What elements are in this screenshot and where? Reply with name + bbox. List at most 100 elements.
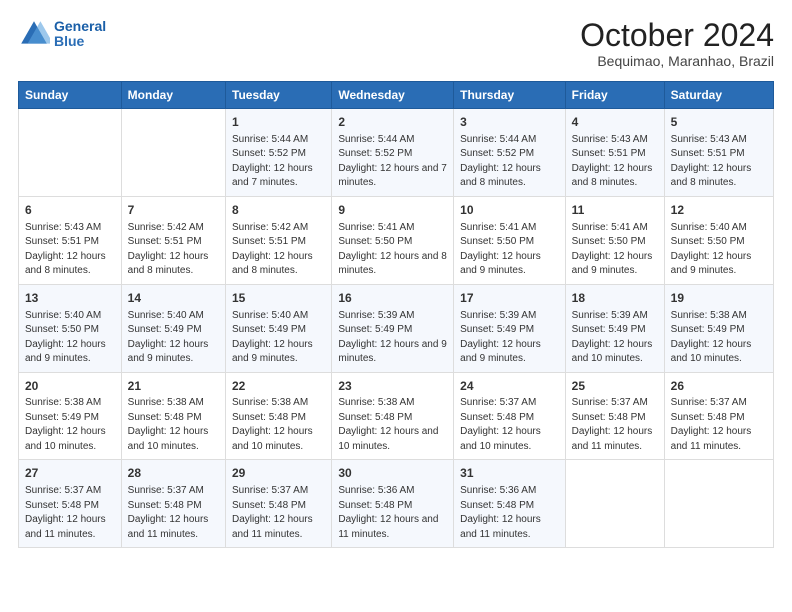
calendar-cell: [565, 460, 664, 548]
calendar-cell: 11 Sunrise: 5:41 AM Sunset: 5:50 PM Dayli…: [565, 196, 664, 284]
weekday-header-friday: Friday: [565, 82, 664, 109]
weekday-header-saturday: Saturday: [664, 82, 773, 109]
calendar-week-row: 1 Sunrise: 5:44 AM Sunset: 5:52 PM Daylig…: [19, 109, 774, 197]
day-number: 15: [232, 290, 325, 307]
calendar-cell: 1 Sunrise: 5:44 AM Sunset: 5:52 PM Daylig…: [226, 109, 332, 197]
calendar-cell: 28Sunrise: 5:37 AM Sunset: 5:48 PM Dayli…: [121, 460, 225, 548]
calendar-cell: [664, 460, 773, 548]
day-number: 30: [338, 465, 447, 482]
calendar-cell: 15 Sunrise: 5:40 AM Sunset: 5:49 PM Dayli…: [226, 284, 332, 372]
day-number: 17: [460, 290, 559, 307]
calendar-cell: 31 Sunrise: 5:36 AM Sunset: 5:48 PM Dayli…: [454, 460, 566, 548]
day-number: 4: [572, 114, 658, 131]
day-number: 18: [572, 290, 658, 307]
weekday-header-monday: Monday: [121, 82, 225, 109]
day-info: Sunrise: 5:36 AM Sunset: 5:48 PM Dayligh…: [338, 484, 447, 542]
page: General Blue October 2024 Bequimao, Mara…: [0, 0, 792, 612]
day-number: 9: [338, 202, 447, 219]
calendar-cell: 16 Sunrise: 5:39 AM Sunset: 5:49 PM Dayli…: [332, 284, 454, 372]
day-number: 1: [232, 114, 325, 131]
day-info: Sunrise: 5:44 AM Sunset: 5:52 PM Dayligh…: [460, 133, 559, 191]
calendar-week-row: 6 Sunrise: 5:43 AM Sunset: 5:51 PM Daylig…: [19, 196, 774, 284]
calendar-cell: 17 Sunrise: 5:39 AM Sunset: 5:49 PM Dayli…: [454, 284, 566, 372]
header: General Blue October 2024 Bequimao, Mara…: [18, 18, 774, 69]
day-info: Sunrise: 5:39 AM Sunset: 5:49 PM Dayligh…: [460, 309, 559, 367]
day-number: 11: [572, 202, 658, 219]
day-info: Sunrise: 5:43 AM Sunset: 5:51 PM Dayligh…: [25, 221, 115, 279]
day-info: Sunrise: 5:41 AM Sunset: 5:50 PM Dayligh…: [338, 221, 447, 279]
day-number: 21: [128, 378, 219, 395]
calendar-cell: 19Sunrise: 5:38 AM Sunset: 5:49 PM Dayli…: [664, 284, 773, 372]
day-info: Sunrise: 5:40 AM Sunset: 5:50 PM Dayligh…: [671, 221, 767, 279]
title-block: October 2024 Bequimao, Maranhao, Brazil: [580, 18, 774, 69]
calendar-cell: [121, 109, 225, 197]
day-info: Sunrise: 5:39 AM Sunset: 5:49 PM Dayligh…: [572, 309, 658, 367]
day-number: 14: [128, 290, 219, 307]
day-number: 10: [460, 202, 559, 219]
calendar-cell: 27 Sunrise: 5:37 AM Sunset: 5:48 PM Dayli…: [19, 460, 122, 548]
weekday-header-row: SundayMondayTuesdayWednesdayThursdayFrid…: [19, 82, 774, 109]
day-info: Sunrise: 5:37 AM Sunset: 5:48 PM Dayligh…: [232, 484, 325, 542]
logo-icon: [18, 18, 50, 50]
calendar-cell: 26Sunrise: 5:37 AM Sunset: 5:48 PM Dayli…: [664, 372, 773, 460]
main-title: October 2024: [580, 18, 774, 53]
calendar-cell: 23Sunrise: 5:38 AM Sunset: 5:48 PM Dayli…: [332, 372, 454, 460]
calendar-cell: 13 Sunrise: 5:40 AM Sunset: 5:50 PM Dayli…: [19, 284, 122, 372]
day-number: 13: [25, 290, 115, 307]
calendar-cell: 25Sunrise: 5:37 AM Sunset: 5:48 PM Dayli…: [565, 372, 664, 460]
calendar-cell: 2 Sunrise: 5:44 AM Sunset: 5:52 PM Daylig…: [332, 109, 454, 197]
day-info: Sunrise: 5:37 AM Sunset: 5:48 PM Dayligh…: [460, 396, 559, 454]
calendar-cell: 14Sunrise: 5:40 AM Sunset: 5:49 PM Dayli…: [121, 284, 225, 372]
day-number: 5: [671, 114, 767, 131]
day-number: 6: [25, 202, 115, 219]
day-info: Sunrise: 5:44 AM Sunset: 5:52 PM Dayligh…: [232, 133, 325, 191]
day-info: Sunrise: 5:38 AM Sunset: 5:48 PM Dayligh…: [128, 396, 219, 454]
day-info: Sunrise: 5:43 AM Sunset: 5:51 PM Dayligh…: [671, 133, 767, 191]
day-number: 12: [671, 202, 767, 219]
logo: General Blue: [18, 18, 106, 50]
calendar-cell: 18 Sunrise: 5:39 AM Sunset: 5:49 PM Dayli…: [565, 284, 664, 372]
calendar-week-row: 13 Sunrise: 5:40 AM Sunset: 5:50 PM Dayli…: [19, 284, 774, 372]
calendar-cell: 5 Sunrise: 5:43 AM Sunset: 5:51 PM Daylig…: [664, 109, 773, 197]
day-info: Sunrise: 5:36 AM Sunset: 5:48 PM Dayligh…: [460, 484, 559, 542]
day-info: Sunrise: 5:37 AM Sunset: 5:48 PM Dayligh…: [572, 396, 658, 454]
day-info: Sunrise: 5:37 AM Sunset: 5:48 PM Dayligh…: [671, 396, 767, 454]
calendar-cell: 21Sunrise: 5:38 AM Sunset: 5:48 PM Dayli…: [121, 372, 225, 460]
day-number: 7: [128, 202, 219, 219]
weekday-header-wednesday: Wednesday: [332, 82, 454, 109]
calendar-cell: 7Sunrise: 5:42 AM Sunset: 5:51 PM Daylig…: [121, 196, 225, 284]
day-number: 2: [338, 114, 447, 131]
day-number: 19: [671, 290, 767, 307]
day-info: Sunrise: 5:40 AM Sunset: 5:50 PM Dayligh…: [25, 309, 115, 367]
day-info: Sunrise: 5:42 AM Sunset: 5:51 PM Dayligh…: [232, 221, 325, 279]
day-number: 24: [460, 378, 559, 395]
day-number: 16: [338, 290, 447, 307]
calendar-table: SundayMondayTuesdayWednesdayThursdayFrid…: [18, 81, 774, 548]
logo-text: General Blue: [54, 19, 106, 50]
day-number: 27: [25, 465, 115, 482]
calendar-cell: 9 Sunrise: 5:41 AM Sunset: 5:50 PM Daylig…: [332, 196, 454, 284]
day-number: 25: [572, 378, 658, 395]
calendar-cell: 3Sunrise: 5:44 AM Sunset: 5:52 PM Daylig…: [454, 109, 566, 197]
weekday-header-tuesday: Tuesday: [226, 82, 332, 109]
day-info: Sunrise: 5:38 AM Sunset: 5:48 PM Dayligh…: [338, 396, 447, 454]
day-info: Sunrise: 5:44 AM Sunset: 5:52 PM Dayligh…: [338, 133, 447, 191]
weekday-header-sunday: Sunday: [19, 82, 122, 109]
day-number: 31: [460, 465, 559, 482]
calendar-cell: 24Sunrise: 5:37 AM Sunset: 5:48 PM Dayli…: [454, 372, 566, 460]
day-info: Sunrise: 5:41 AM Sunset: 5:50 PM Dayligh…: [572, 221, 658, 279]
calendar-cell: 20Sunrise: 5:38 AM Sunset: 5:49 PM Dayli…: [19, 372, 122, 460]
day-info: Sunrise: 5:37 AM Sunset: 5:48 PM Dayligh…: [25, 484, 115, 542]
day-number: 8: [232, 202, 325, 219]
day-info: Sunrise: 5:43 AM Sunset: 5:51 PM Dayligh…: [572, 133, 658, 191]
calendar-cell: 22Sunrise: 5:38 AM Sunset: 5:48 PM Dayli…: [226, 372, 332, 460]
subtitle: Bequimao, Maranhao, Brazil: [580, 53, 774, 69]
day-info: Sunrise: 5:40 AM Sunset: 5:49 PM Dayligh…: [232, 309, 325, 367]
day-info: Sunrise: 5:39 AM Sunset: 5:49 PM Dayligh…: [338, 309, 447, 367]
day-info: Sunrise: 5:41 AM Sunset: 5:50 PM Dayligh…: [460, 221, 559, 279]
calendar-cell: 30 Sunrise: 5:36 AM Sunset: 5:48 PM Dayli…: [332, 460, 454, 548]
calendar-cell: 12 Sunrise: 5:40 AM Sunset: 5:50 PM Dayli…: [664, 196, 773, 284]
calendar-cell: 8 Sunrise: 5:42 AM Sunset: 5:51 PM Daylig…: [226, 196, 332, 284]
day-number: 29: [232, 465, 325, 482]
logo-line2: Blue: [54, 33, 84, 49]
